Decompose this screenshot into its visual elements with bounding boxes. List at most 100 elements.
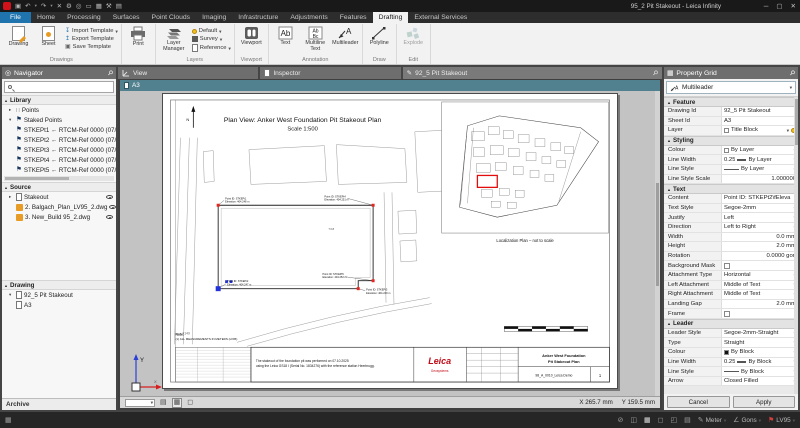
drawing-id-value[interactable]: 92_5 Pit Stakeout: [721, 107, 798, 116]
sheet-tab-strip[interactable]: A3: [120, 80, 660, 91]
distance-unit-select[interactable]: ✎ Meter ▾: [698, 416, 726, 424]
import-template-button[interactable]: ↧ Import Template ▾: [65, 28, 118, 34]
attachment-type-value[interactable]: Horizontal▾: [721, 271, 798, 280]
close-button[interactable]: ✕: [791, 2, 796, 10]
polyline-button[interactable]: Polyline: [366, 25, 393, 47]
cancel-button[interactable]: Cancel: [667, 396, 730, 408]
height-value[interactable]: 2.0 mm: [721, 242, 798, 251]
line-width-value[interactable]: 0.25By Layer▾: [721, 155, 798, 164]
search-input[interactable]: [14, 84, 110, 90]
tab-features[interactable]: Features: [334, 12, 373, 23]
angle-unit-select[interactable]: ∠ Gons ▾: [733, 416, 761, 424]
drawing-button[interactable]: Drawing: [5, 25, 32, 48]
rotation-value[interactable]: 0.0000 gon: [721, 252, 798, 261]
section-styling[interactable]: ▴Styling: [664, 136, 798, 146]
minimize-button[interactable]: ─: [764, 3, 769, 10]
paper-sheet[interactable]: N Plan View: Anker West Foundation Pit S…: [162, 93, 618, 389]
target-icon[interactable]: ◎: [76, 2, 82, 10]
tree-item-stakept3[interactable]: ⚑ STKEPt3 ← RTCM-Ref 0000 (07/10: [2, 145, 116, 155]
image-icon[interactable]: ▦: [96, 2, 102, 10]
arrow-value[interactable]: Closed Filled▾: [721, 377, 798, 386]
tree-item-drawing-doc[interactable]: ▾ 92_5 Pit Stakeout: [2, 290, 116, 300]
section-text[interactable]: ▴Text: [664, 184, 798, 194]
corner-snap-icon[interactable]: ◰: [670, 416, 677, 424]
visibility-eye-icon[interactable]: [109, 205, 116, 209]
app-grid-icon[interactable]: ▦: [5, 416, 12, 424]
maximize-button[interactable]: ▢: [776, 2, 782, 10]
expander-icon[interactable]: ▾: [9, 292, 14, 298]
layout-icon[interactable]: ▤: [684, 416, 691, 424]
justify-value[interactable]: Left▾: [721, 213, 798, 222]
right-attachment-value[interactable]: Middle of Text▾: [721, 290, 798, 299]
page-setup-icon[interactable]: ◻: [187, 399, 193, 407]
pin-icon[interactable]: ⚲: [106, 68, 115, 77]
save-icon[interactable]: ▣: [15, 2, 21, 10]
undo-icon[interactable]: ↶: [25, 2, 30, 10]
tree-item-stakept1[interactable]: ⚑ STKEPt1 ← RTCM-Ref 0000 (07/10: [2, 125, 116, 135]
tab-imaging[interactable]: Imaging: [196, 12, 232, 23]
content-value[interactable]: Point ID: STKEPt2\fEleva: [721, 194, 798, 203]
reference-layer-button[interactable]: Reference ▾: [192, 44, 231, 52]
landing-gap-value[interactable]: 2.0 mm: [721, 300, 798, 309]
horizontal-scrollbar[interactable]: [4, 176, 114, 181]
line-style-scale-value[interactable]: 1.000000: [721, 175, 798, 184]
text-style-value[interactable]: Segoe-2mm▾: [721, 204, 798, 213]
sheet-id-value[interactable]: A3: [721, 117, 798, 126]
leader-line-style-value[interactable]: By Block▾: [721, 367, 798, 376]
section-feature[interactable]: ▴Feature: [664, 97, 798, 107]
layer-manager-button[interactable]: Layer Manager: [159, 25, 189, 52]
vertical-scrollbar[interactable]: [655, 91, 660, 396]
left-attachment-value[interactable]: Middle of Text▾: [721, 281, 798, 290]
tab-view[interactable]: View: [118, 67, 258, 79]
redo-dropdown-icon[interactable]: ▾: [50, 3, 52, 9]
tab-file[interactable]: File: [0, 12, 31, 23]
crs-select[interactable]: ⚑ LV95 ▾: [768, 416, 795, 424]
tab-point-clouds[interactable]: Point Clouds: [146, 12, 197, 23]
grid-snap-icon[interactable]: ▦: [644, 416, 651, 424]
section-library[interactable]: ▴ Library: [2, 95, 116, 105]
tab-infrastructure[interactable]: Infrastructure: [232, 12, 284, 23]
layer-value[interactable]: Title Block▾: [721, 126, 798, 135]
undo-dropdown-icon[interactable]: ▾: [35, 3, 37, 9]
section-drawing[interactable]: ▴ Drawing: [2, 280, 116, 290]
archive-button[interactable]: Archive: [2, 398, 116, 410]
survey-layer-button[interactable]: Survey ▾: [192, 36, 231, 42]
tab-adjustments[interactable]: Adjustments: [284, 12, 333, 23]
colour-value[interactable]: By Layer▾: [721, 146, 798, 155]
default-layer-select[interactable]: Default ▾: [192, 28, 231, 34]
redo-icon[interactable]: ↷: [41, 2, 46, 10]
background-mask-checkbox[interactable]: [724, 263, 730, 269]
expander-icon[interactable]: ▾: [9, 117, 14, 123]
archive-box-icon[interactable]: ▤: [116, 2, 122, 10]
sheet-button[interactable]: Sheet: [35, 25, 62, 48]
grid-toggle-icon[interactable]: ▦: [172, 398, 183, 408]
tab-drafting[interactable]: Drafting: [373, 12, 409, 23]
section-source[interactable]: ▴ Source: [2, 182, 116, 192]
snap-disable-icon[interactable]: ⊘: [618, 416, 624, 424]
text-button[interactable]: Ab Text: [272, 25, 299, 47]
settings-icon[interactable]: ⚙: [66, 2, 72, 10]
tree-item-newbuild-dwg[interactable]: 3. New_Build 95_2.dwg: [2, 212, 116, 222]
property-scrollbar[interactable]: [794, 97, 798, 394]
drawing-canvas[interactable]: N Plan View: Anker West Foundation Pit S…: [120, 91, 660, 396]
tab-surfaces[interactable]: Surfaces: [107, 12, 146, 23]
frame-checkbox[interactable]: [724, 311, 730, 317]
apply-button[interactable]: Apply: [733, 396, 796, 408]
visibility-eye-icon[interactable]: [106, 215, 113, 219]
tree-item-stakept4[interactable]: ⚑ STKEPt4 ← RTCM-Ref 0000 (07/10: [2, 155, 116, 165]
tab-processing[interactable]: Processing: [61, 12, 107, 23]
tree-item-balgach-dwg[interactable]: 2. Balgach_Plan_LV95_2.dwg: [2, 202, 116, 212]
navigator-search[interactable]: [4, 81, 114, 93]
print-button[interactable]: Print: [125, 25, 152, 48]
save-template-button[interactable]: ▣ Save Template: [65, 44, 118, 50]
tree-item-staked-points[interactable]: ▾ ⚑ Staked Points: [2, 115, 116, 125]
leader-type-value[interactable]: Straight▾: [721, 338, 798, 347]
tab-external-services[interactable]: External Services: [408, 12, 473, 23]
tree-item-stakept5[interactable]: ⚑ STKEPt5 ← RTCM-Ref 0000 (07/10: [2, 165, 116, 175]
layout-select[interactable]: ▾: [125, 399, 155, 407]
leader-style-value[interactable]: Segoe-2mm-Straight▾: [721, 329, 798, 338]
visibility-eye-icon[interactable]: [106, 195, 113, 199]
expander-icon[interactable]: ▸: [9, 194, 14, 200]
tab-document[interactable]: ✎ 92_5 Pit Stakeout ⚲: [403, 67, 662, 79]
direction-value[interactable]: Left to Right▾: [721, 223, 798, 232]
